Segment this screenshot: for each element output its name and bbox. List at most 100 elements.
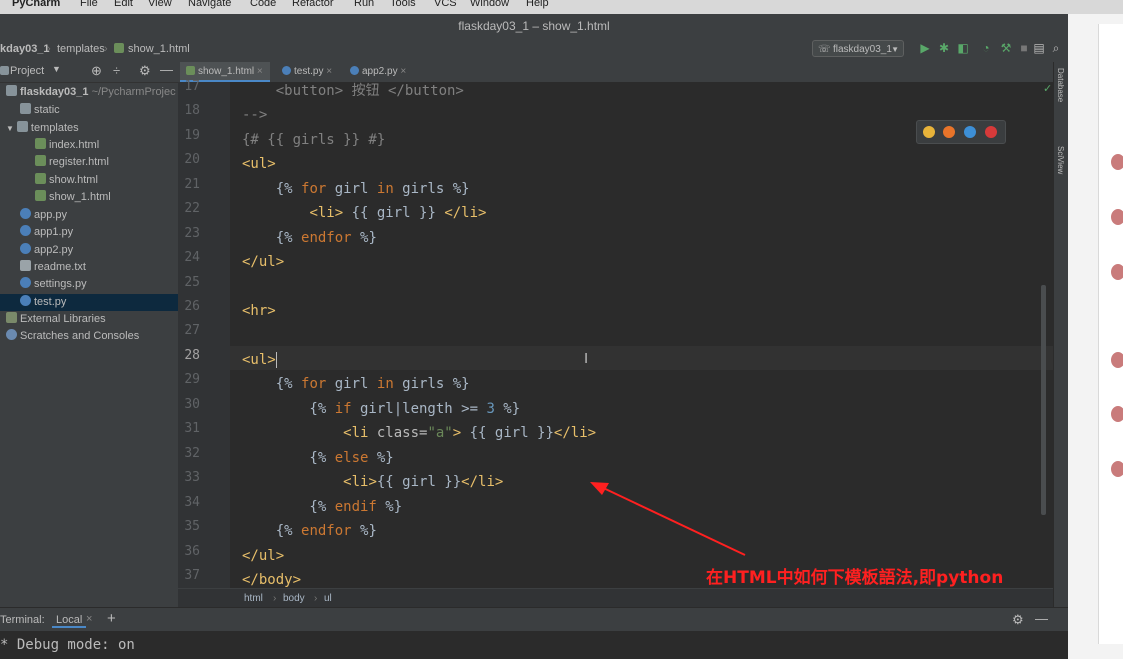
menu-app-pycharm[interactable]: PyCharm xyxy=(12,0,60,9)
python-file-icon xyxy=(20,277,31,288)
folder-icon xyxy=(20,103,31,114)
code-line: --> xyxy=(242,107,268,123)
chrome-icon[interactable] xyxy=(923,126,935,138)
menu-run[interactable]: Run xyxy=(354,0,374,9)
menu-tools[interactable]: Tools xyxy=(390,0,416,9)
opera-icon[interactable] xyxy=(985,126,997,138)
text-cursor-icon: Ⅰ xyxy=(584,350,589,366)
breadcrumb-separator-icon: › xyxy=(47,43,51,55)
sciview-tool-tab[interactable]: SciView xyxy=(1056,146,1065,174)
tree-item-register-html[interactable]: register.html xyxy=(35,154,109,171)
gear-icon[interactable]: ⚙ xyxy=(1012,612,1024,628)
tree-item-show-html[interactable]: show.html xyxy=(35,172,98,189)
run-configuration-select[interactable]: ☏ flaskday03_1 ▼ xyxy=(812,40,904,57)
tree-item-settings-py[interactable]: settings.py xyxy=(20,276,87,293)
code-line: {% for girl in girls %} xyxy=(242,181,470,197)
tab-app2-py[interactable]: app2.py × xyxy=(344,62,420,82)
breadcrumb-separator-icon: › xyxy=(314,593,318,604)
editor-tabs: show_1.html × test.py × app2.py × xyxy=(178,62,1053,83)
right-tool-strip: Database SciView xyxy=(1053,62,1069,607)
locate-icon[interactable]: ⊕ xyxy=(91,63,102,79)
add-icon[interactable]: + xyxy=(107,610,116,627)
menu-help[interactable]: Help xyxy=(526,0,549,9)
avatar[interactable] xyxy=(1111,461,1123,477)
text-file-icon xyxy=(20,260,31,271)
line-number: 26 xyxy=(184,299,200,314)
line-number: 21 xyxy=(184,177,200,192)
run-icon[interactable]: ▶ xyxy=(918,41,932,55)
tree-item-app-py[interactable]: app.py xyxy=(20,207,67,224)
database-tool-tab[interactable]: Database xyxy=(1056,68,1065,102)
close-icon[interactable]: × xyxy=(326,66,332,77)
chevron-down-icon[interactable]: ▼ xyxy=(52,64,61,74)
avatar[interactable] xyxy=(1111,264,1123,280)
breadcrumb-body[interactable]: body xyxy=(283,593,305,604)
menu-file[interactable]: File xyxy=(80,0,98,9)
breadcrumb-folder[interactable]: templates xyxy=(57,43,105,55)
html-file-icon xyxy=(114,43,127,55)
run-config-label: flaskday03_1 xyxy=(833,44,892,55)
html-file-icon xyxy=(35,190,46,201)
editor-scrollbar[interactable] xyxy=(1041,285,1046,515)
coverage-icon[interactable]: ◧ xyxy=(956,41,970,55)
line-number-gutter: 17 18 19 20 21 22 23 24 25 26 27 28 29 3… xyxy=(178,79,230,588)
breadcrumb-project[interactable]: kday03_1 xyxy=(0,43,50,55)
python-file-icon xyxy=(350,66,359,75)
line-number: 35 xyxy=(184,519,200,534)
code-line: <li>{{ girl }}</li> xyxy=(343,474,504,490)
tree-item-project-root[interactable]: flaskday03_1 ~/PycharmProjec xyxy=(6,84,176,101)
menu-edit[interactable]: Edit xyxy=(114,0,133,9)
stop-icon[interactable]: ■ xyxy=(1017,41,1031,55)
search-icon[interactable]: ⌕ xyxy=(1049,41,1063,55)
build-icon[interactable]: ⚒ xyxy=(999,41,1013,55)
tree-item-static[interactable]: static xyxy=(20,102,60,119)
tree-item-label: show_1.html xyxy=(49,191,111,203)
line-number: 20 xyxy=(184,152,200,167)
tree-item-app2-py[interactable]: app2.py xyxy=(20,242,73,259)
project-path-hint: ~/PycharmProjec xyxy=(91,86,176,98)
avatar[interactable] xyxy=(1111,352,1123,368)
tree-item-test-py[interactable]: test.py xyxy=(0,294,178,311)
tree-item-readme-txt[interactable]: readme.txt xyxy=(20,259,86,276)
breadcrumb-ul[interactable]: ul xyxy=(324,593,332,604)
breadcrumb-file[interactable]: show_1.html xyxy=(128,43,190,55)
tree-item-show-1-html[interactable]: show_1.html xyxy=(35,189,111,206)
line-number: 37 xyxy=(184,568,200,583)
terminal-output[interactable]: * Debug mode: on xyxy=(0,631,1068,659)
minimize-icon[interactable]: — xyxy=(160,62,173,77)
avatar[interactable] xyxy=(1111,154,1123,170)
close-icon[interactable]: × xyxy=(86,613,92,625)
menu-code[interactable]: Code xyxy=(250,0,276,9)
debug-icon[interactable]: ✱ xyxy=(937,41,951,55)
avatar[interactable] xyxy=(1111,209,1123,225)
tab-test-py[interactable]: test.py × xyxy=(276,62,346,82)
safari-icon[interactable] xyxy=(964,126,976,138)
project-sidebar: Project ▼ ⊕ ÷ ⚙ — flaskday03_1 ~/Pycharm… xyxy=(0,62,179,607)
project-panel-title[interactable]: Project xyxy=(10,65,44,77)
tree-item-app1-py[interactable]: app1.py xyxy=(20,224,73,241)
vcs-icon[interactable]: ▤ xyxy=(1032,41,1046,55)
code-line: {% endfor %} xyxy=(242,230,377,246)
tree-item-templates[interactable]: ▼ templates xyxy=(6,120,79,137)
tree-item-index-html[interactable]: index.html xyxy=(35,137,99,154)
tree-item-external-libraries[interactable]: External Libraries xyxy=(6,311,106,328)
firefox-icon[interactable] xyxy=(943,126,955,138)
close-icon[interactable]: × xyxy=(257,66,263,77)
minimize-icon[interactable]: — xyxy=(1035,611,1048,626)
code-line: {% for girl in girls %} xyxy=(242,376,470,392)
avatar[interactable] xyxy=(1111,406,1123,422)
menu-vcs[interactable]: VCS xyxy=(434,0,457,9)
menu-window[interactable]: Window xyxy=(470,0,509,9)
tree-item-scratches[interactable]: Scratches and Consoles xyxy=(6,328,139,345)
gear-icon[interactable]: ⚙ xyxy=(139,63,151,79)
menu-navigate[interactable]: Navigate xyxy=(188,0,231,9)
close-icon[interactable]: × xyxy=(400,66,406,77)
menu-view[interactable]: View xyxy=(148,0,172,9)
tree-item-label: index.html xyxy=(49,139,100,151)
terminal-tab-local[interactable]: Local xyxy=(52,614,87,628)
profile-icon[interactable]: ◔ xyxy=(979,41,993,55)
menu-refactor[interactable]: Refactor xyxy=(292,0,334,9)
breadcrumb-html[interactable]: html xyxy=(244,593,263,604)
tab-label: app2.py xyxy=(362,66,398,77)
collapse-icon[interactable]: ÷ xyxy=(113,63,120,78)
